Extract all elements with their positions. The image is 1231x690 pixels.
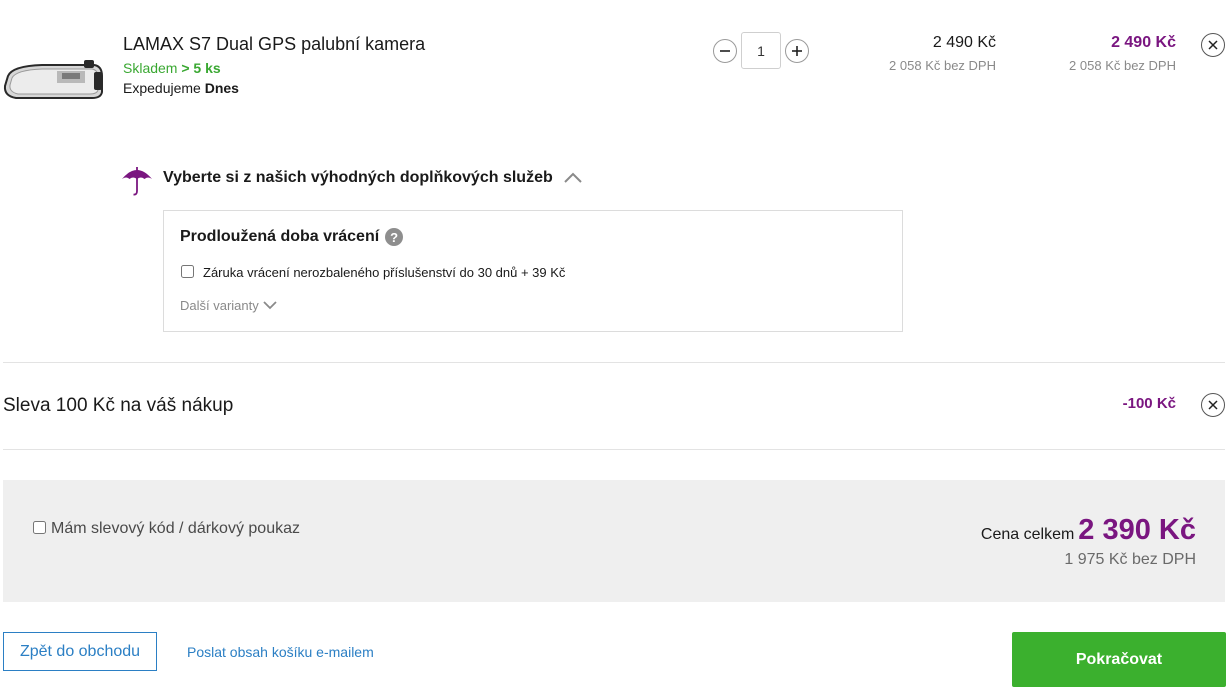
warranty-option-label[interactable]: Záruka vrácení nerozbaleného příslušenst…	[203, 265, 565, 280]
extended-return-title-text: Prodloužená doba vrácení	[180, 228, 380, 245]
line-total-price: 2 490 Kč	[1111, 34, 1176, 51]
grand-total: Cena celkem 2 390 Kč	[900, 514, 1196, 547]
shipping-prefix: Expedujeme	[123, 80, 201, 96]
close-icon	[1208, 40, 1218, 50]
shipping-day: Dnes	[204, 80, 239, 96]
grand-total-value: 2 390 Kč	[1078, 514, 1196, 546]
unit-price: 2 490 Kč	[932, 34, 996, 51]
remove-discount-button[interactable]	[1201, 393, 1225, 417]
product-name[interactable]: LAMAX S7 Dual GPS palubní kamera	[123, 34, 425, 55]
plus-icon	[792, 46, 802, 56]
email-cart-link[interactable]: Poslat obsah košíku e-mailem	[187, 644, 374, 660]
umbrella-icon	[122, 167, 152, 196]
grand-total-label: Cena celkem	[980, 526, 1075, 543]
line-total-without-vat: 2 058 Kč bez DPH	[1069, 58, 1176, 73]
close-icon	[1208, 400, 1218, 410]
more-variants-label: Další varianty	[180, 298, 259, 313]
help-icon[interactable]: ?	[385, 228, 404, 246]
services-toggle-label: Vyberte si z našich výhodných doplňkovýc…	[163, 169, 553, 186]
unit-price-without-vat: 2 058 Kč bez DPH	[889, 58, 996, 73]
shipping-info: Expedujeme Dnes	[123, 80, 239, 96]
discount-label: Sleva 100 Kč na váš nákup	[3, 395, 234, 416]
stock-prefix: Skladem	[123, 60, 178, 76]
extended-return-title: Prodloužená doba vrácení ?	[180, 228, 404, 246]
divider	[3, 449, 1225, 450]
quantity-input[interactable]	[741, 32, 781, 69]
discount-value: -100 Kč	[1122, 395, 1176, 412]
continue-button[interactable]: Pokračovat	[1012, 632, 1226, 687]
minus-icon	[720, 50, 730, 52]
warranty-checkbox[interactable]	[181, 265, 194, 278]
stock-count: > 5 ks	[181, 60, 221, 76]
divider	[3, 362, 1225, 363]
quantity-decrease-button[interactable]	[713, 39, 737, 63]
stock-status: Skladem > 5 ks	[123, 60, 221, 76]
product-image[interactable]	[2, 58, 105, 102]
chevron-down-icon	[263, 301, 277, 310]
services-toggle[interactable]: Vyberte si z našich výhodných doplňkovýc…	[163, 169, 583, 187]
remove-product-button[interactable]	[1201, 33, 1225, 57]
coupon-checkbox[interactable]	[33, 521, 46, 534]
coupon-label[interactable]: Mám slevový kód / dárkový poukaz	[51, 520, 300, 538]
grand-total-without-vat: 1 975 Kč bez DPH	[1064, 551, 1196, 568]
back-to-shop-button[interactable]: Zpět do obchodu	[3, 632, 157, 671]
chevron-up-icon	[564, 172, 582, 183]
quantity-increase-button[interactable]	[785, 39, 809, 63]
more-variants-toggle[interactable]: Další varianty	[180, 298, 277, 313]
